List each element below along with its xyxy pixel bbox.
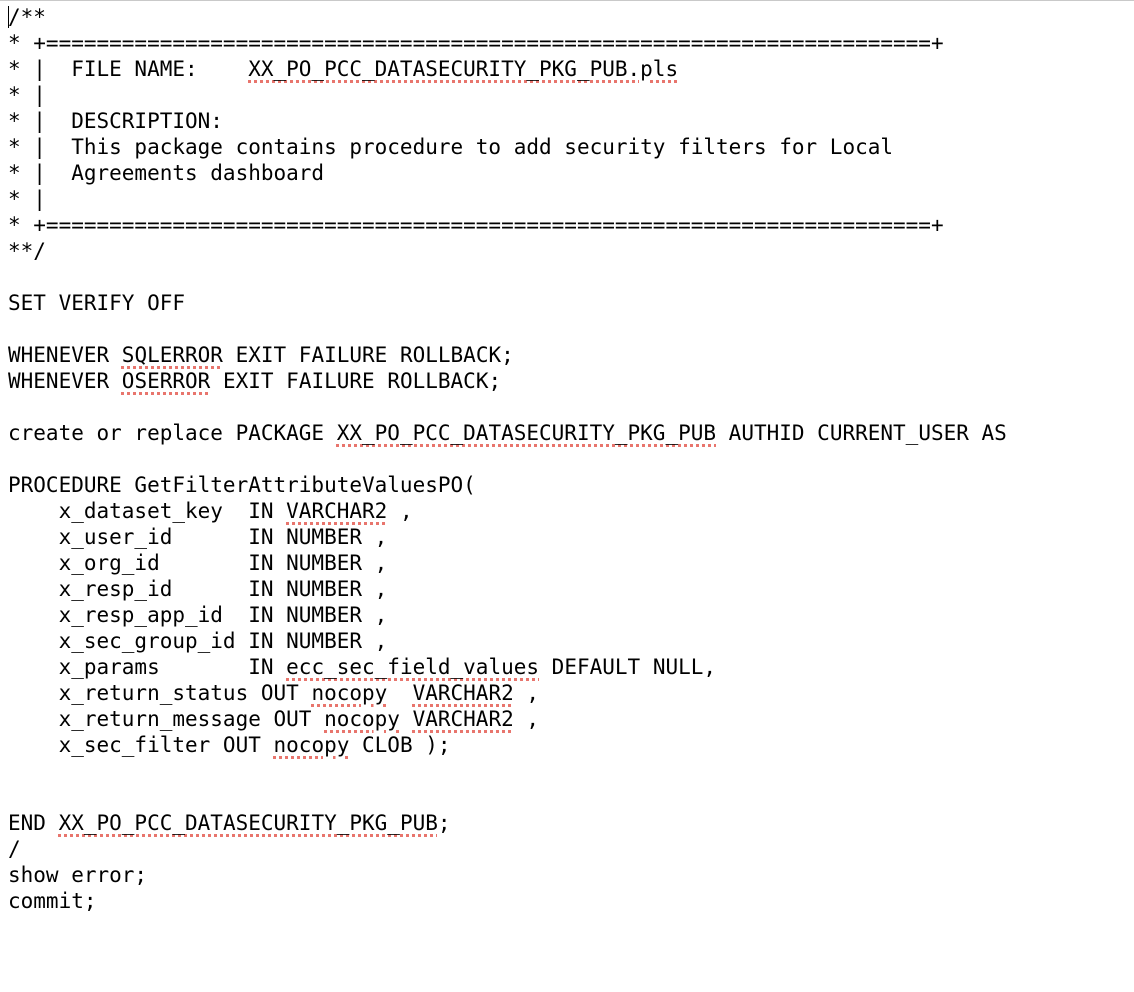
- code-line: x_org_id IN NUMBER ,: [8, 550, 1007, 576]
- code-text: x_org_id IN NUMBER ,: [8, 551, 388, 575]
- code-line: * +=====================================…: [8, 30, 1007, 56]
- code-line: * | Agreements dashboard: [8, 160, 1007, 186]
- code-line: x_return_status OUT nocopy VARCHAR2 ,: [8, 680, 1007, 706]
- code-line: * | FILE NAME: XX_PO_PCC_DATASECURITY_PK…: [8, 56, 1007, 82]
- code-text: x_sec_group_id IN NUMBER ,: [8, 629, 388, 653]
- code-text: commit;: [8, 889, 97, 913]
- spellcheck-flagged-word: nocopy: [311, 681, 388, 705]
- code-text: * | DESCRIPTION:: [8, 109, 223, 133]
- spellcheck-flagged-word: XX_PO_PCC_DATASECURITY_PKG_PUB.pls: [248, 57, 679, 81]
- code-line: x_sec_group_id IN NUMBER ,: [8, 628, 1007, 654]
- spellcheck-flagged-word: OSERROR: [121, 369, 211, 393]
- code-text: * | Agreements dashboard: [8, 161, 325, 185]
- code-line: * | This package contains procedure to a…: [8, 134, 1007, 160]
- spellcheck-flagged-word: XX_PO_PCC_DATASECURITY_PKG_PUB: [58, 811, 438, 835]
- code-line: END XX_PO_PCC_DATASECURITY_PKG_PUB;: [8, 810, 1007, 836]
- code-line: x_resp_id IN NUMBER ,: [8, 576, 1007, 602]
- code-text-area[interactable]: /** * +==================================…: [8, 4, 1007, 914]
- code-text: * +=====================================…: [8, 213, 944, 237]
- code-text: WHENEVER: [8, 369, 122, 393]
- code-line: * | DESCRIPTION:: [8, 108, 1007, 134]
- code-line: SET VERIFY OFF: [8, 290, 1007, 316]
- code-line: commit;: [8, 888, 1007, 914]
- code-line: WHENEVER SQLERROR EXIT FAILURE ROLLBACK;: [8, 342, 1007, 368]
- code-text: x_resp_app_id IN NUMBER ,: [8, 603, 388, 627]
- code-line: PROCEDURE GetFilterAttributeValuesPO(: [8, 472, 1007, 498]
- spellcheck-flagged-word: SQLERROR: [121, 343, 223, 367]
- code-line: show error;: [8, 862, 1007, 888]
- code-line: /: [8, 836, 1007, 862]
- code-text: x_resp_id IN NUMBER ,: [8, 577, 388, 601]
- code-line: x_params IN ecc_sec_field_values DEFAULT…: [8, 654, 1007, 680]
- code-text: DEFAULT NULL,: [539, 655, 717, 679]
- code-text: ,: [513, 681, 540, 705]
- code-line: * |: [8, 186, 1007, 212]
- spellcheck-flagged-word: nocopy: [273, 733, 350, 757]
- code-text: x_sec_filter OUT: [8, 733, 274, 757]
- code-text: x_return_status OUT: [8, 681, 312, 705]
- code-text: END: [8, 811, 59, 835]
- code-text: PROCEDURE GetFilterAttributeValuesPO(: [8, 473, 476, 497]
- code-text: CLOB );: [349, 733, 451, 757]
- code-text: * | FILE NAME:: [8, 57, 249, 81]
- code-line: * |: [8, 82, 1007, 108]
- code-text: show error;: [8, 863, 148, 887]
- code-text: EXIT FAILURE ROLLBACK;: [210, 369, 502, 393]
- code-line: /**: [8, 4, 1007, 30]
- spellcheck-flagged-word: nocopy: [324, 707, 400, 731]
- code-line: WHENEVER OSERROR EXIT FAILURE ROLLBACK;: [8, 368, 1007, 394]
- code-text: ;: [437, 811, 451, 835]
- spellcheck-flagged-word: VARCHAR2: [412, 681, 514, 705]
- code-text: * +=====================================…: [8, 31, 944, 55]
- code-line: x_user_id IN NUMBER ,: [8, 524, 1007, 550]
- code-line: x_resp_app_id IN NUMBER ,: [8, 602, 1007, 628]
- code-text: x_dataset_key IN: [8, 499, 287, 523]
- spellcheck-flagged-word: XX_PO_PCC_DATASECURITY_PKG_PUB: [336, 421, 717, 445]
- code-text: * |: [8, 187, 46, 211]
- code-text: x_return_message OUT: [8, 707, 325, 731]
- spellcheck-flagged-word: VARCHAR2: [412, 707, 514, 731]
- code-text: x_user_id IN NUMBER ,: [8, 525, 388, 549]
- code-line: * +=====================================…: [8, 212, 1007, 238]
- spellcheck-flagged-word: VARCHAR2: [286, 499, 388, 523]
- code-text: * | This package contains procedure to a…: [8, 135, 894, 159]
- code-text: /: [8, 837, 21, 861]
- code-text: WHENEVER: [8, 343, 122, 367]
- code-text: SET VERIFY OFF: [8, 291, 186, 315]
- code-text: /**: [8, 5, 46, 29]
- code-text: AUTHID CURRENT_USER AS: [716, 421, 1007, 445]
- code-text: create or replace PACKAGE: [8, 421, 337, 445]
- code-line: **/: [8, 238, 1007, 264]
- text-editor[interactable]: /** * +==================================…: [0, 0, 1134, 992]
- code-line: x_sec_filter OUT nocopy CLOB );: [8, 732, 1007, 758]
- code-text: * |: [8, 83, 46, 107]
- code-line: x_return_message OUT nocopy VARCHAR2 ,: [8, 706, 1007, 732]
- code-line: x_dataset_key IN VARCHAR2 ,: [8, 498, 1007, 524]
- code-text: **/: [8, 239, 46, 263]
- code-text: ,: [387, 499, 413, 523]
- spellcheck-flagged-word: ecc_sec_field_values: [286, 655, 540, 679]
- code-text: x_params IN: [8, 655, 287, 679]
- code-text: ,: [513, 707, 540, 731]
- code-text: EXIT FAILURE ROLLBACK;: [222, 343, 514, 367]
- code-line: create or replace PACKAGE XX_PO_PCC_DATA…: [8, 420, 1007, 446]
